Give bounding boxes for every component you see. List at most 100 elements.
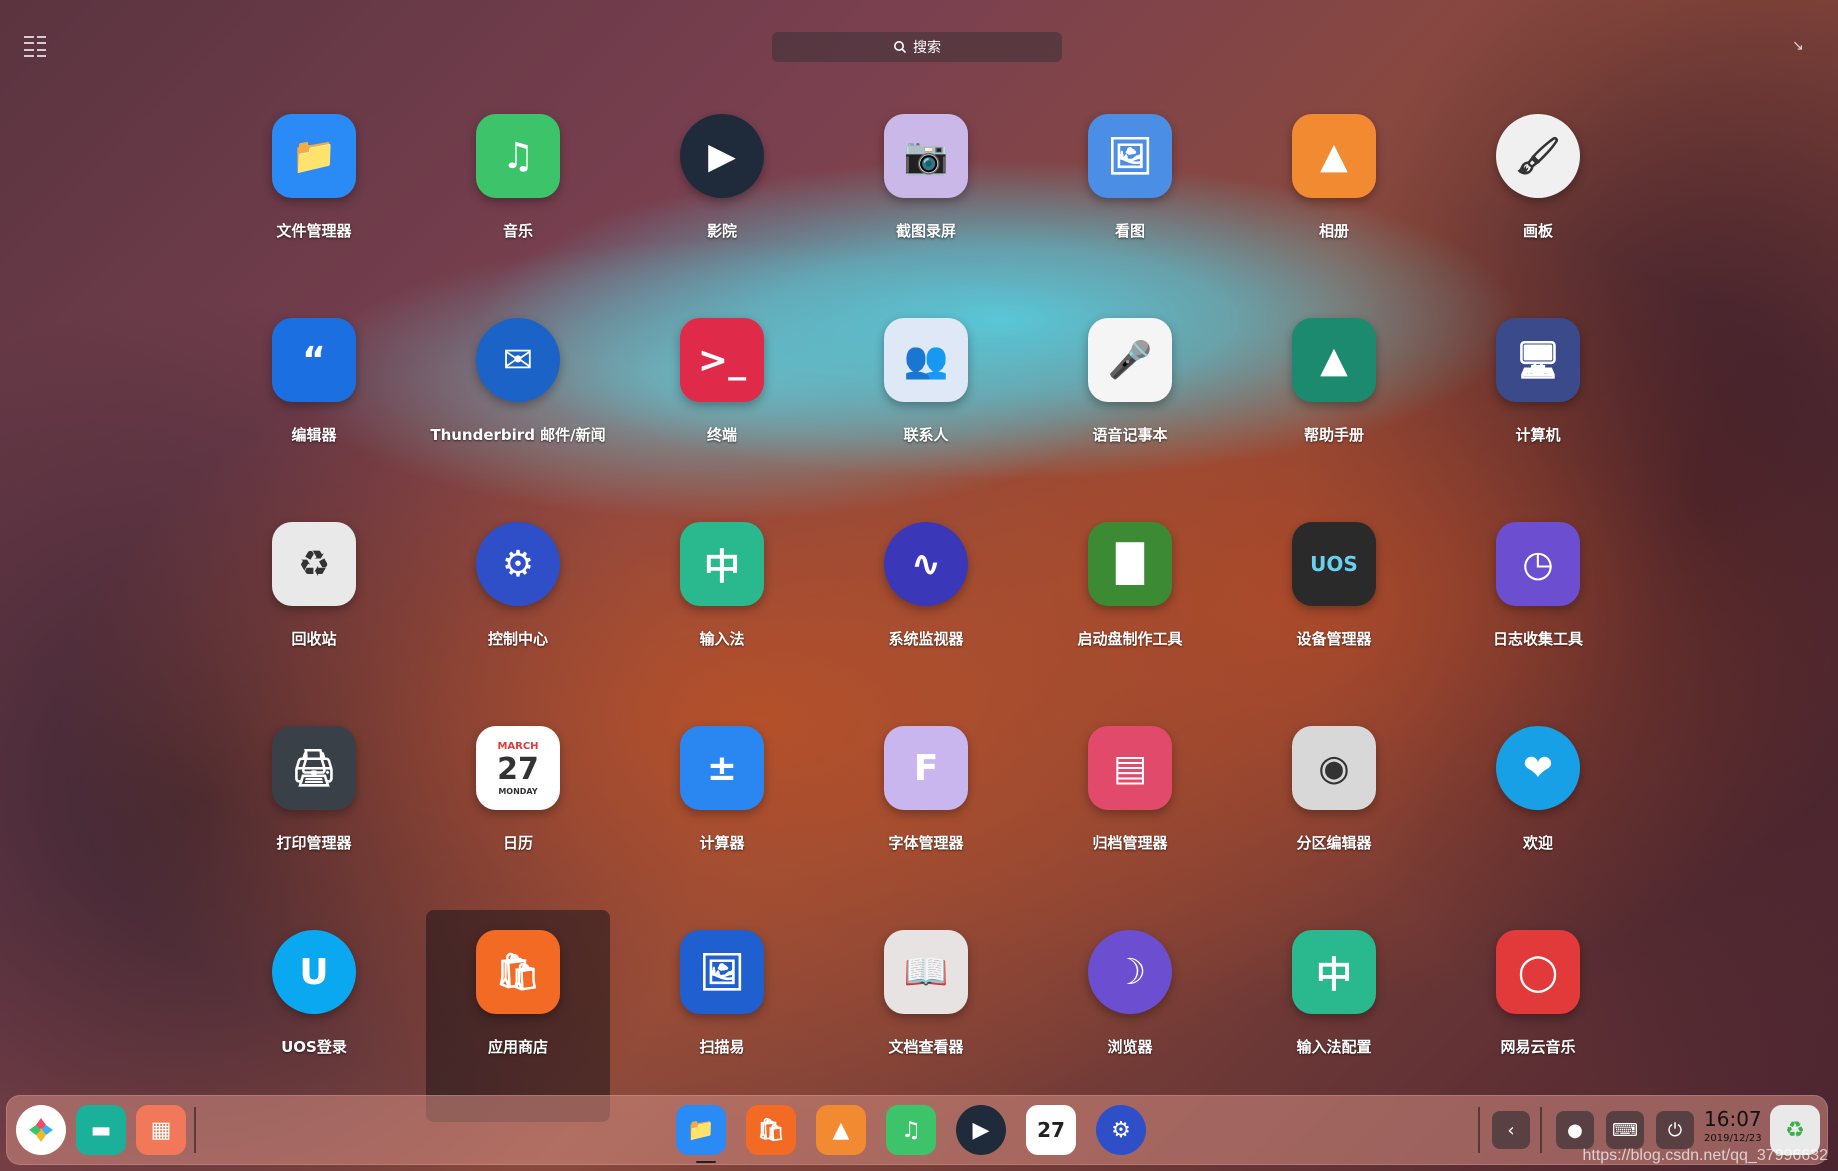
launcher-icon[interactable]	[16, 1105, 66, 1155]
contacts-icon: 👥	[884, 318, 968, 402]
app-log-clock[interactable]: ◷ 日志收集工具	[1436, 510, 1640, 714]
printer-icon: 🖨	[272, 726, 356, 810]
app-play[interactable]: ▶ 影院	[620, 102, 824, 306]
app-label: 音乐	[502, 222, 533, 240]
folder-icon: 📁	[272, 114, 356, 198]
log-clock-icon: ◷	[1496, 522, 1580, 606]
app-label: 画板	[1522, 222, 1553, 240]
harddisk-icon: ◉	[1292, 726, 1376, 810]
app-calendar[interactable]: MARCH 27 MONDAY 日历	[416, 714, 620, 918]
multitask-icon[interactable]: ▬	[76, 1105, 126, 1155]
app-quote[interactable]: “ 编辑器	[212, 306, 416, 510]
calendar-day: 27	[497, 751, 539, 787]
app-monitor[interactable]: 🖥 计算机	[1436, 306, 1640, 510]
app-harddisk[interactable]: ◉ 分区编辑器	[1232, 714, 1436, 918]
app-shopping-bag[interactable]: 🛍 应用商店	[426, 910, 610, 1122]
power-icon[interactable]: ⏻	[1656, 1111, 1694, 1149]
camera-icon: 📷	[884, 114, 968, 198]
app-archive[interactable]: ▤ 归档管理器	[1028, 714, 1232, 918]
app-label: 文件管理器	[276, 222, 352, 240]
app-chip[interactable]: UOS 设备管理器	[1232, 510, 1436, 714]
active-indicator	[696, 1161, 716, 1163]
app-label: UOS登录	[281, 1038, 347, 1056]
gear-icon: ⚙	[476, 522, 560, 606]
app-thunderbird[interactable]: ✉ Thunderbird 邮件/新闻	[416, 306, 620, 510]
app-folder[interactable]: 📁 文件管理器	[212, 102, 416, 306]
app-label: Thunderbird 邮件/新闻	[430, 426, 606, 444]
app-label: 启动盘制作工具	[1077, 630, 1183, 648]
app-camera[interactable]: 📷 截图录屏	[824, 102, 1028, 306]
dock-calendar-icon[interactable]: 27	[1026, 1105, 1076, 1155]
app-lighthouse[interactable]: ▲ 帮助手册	[1232, 306, 1436, 510]
dock-separator	[194, 1107, 196, 1153]
chevron-left-icon[interactable]: ‹	[1492, 1111, 1530, 1149]
app-calculator[interactable]: ± 计算器	[620, 714, 824, 918]
photo-album-icon: ▲	[1292, 114, 1376, 198]
paint-brush-icon: 🖌	[1496, 114, 1580, 198]
network-icon[interactable]: ●	[1556, 1111, 1594, 1149]
app-netease-music[interactable]: ◯ 网易云音乐	[1436, 918, 1640, 1122]
app-label: 网易云音乐	[1500, 1038, 1576, 1056]
search-placeholder: 搜索	[913, 40, 941, 56]
keyboard-icon[interactable]: ⌨	[1606, 1111, 1644, 1149]
app-label: 计算机	[1515, 426, 1561, 444]
app-scanner[interactable]: 🖼 扫描易	[620, 918, 824, 1122]
browser-icon: ☽	[1088, 930, 1172, 1014]
music-note-icon: ♫	[476, 114, 560, 198]
app-printer[interactable]: 🖨 打印管理器	[212, 714, 416, 918]
grid-view-toggle-icon[interactable]	[24, 36, 46, 58]
app-photo-album[interactable]: ▲ 相册	[1232, 102, 1436, 306]
dock-folder-icon[interactable]: 📁	[676, 1105, 726, 1155]
workspace-icon[interactable]: ▦	[136, 1105, 186, 1155]
app-label: 系统监视器	[888, 630, 964, 648]
app-trash[interactable]: ♻ 回收站	[212, 510, 416, 714]
app-paint-brush[interactable]: 🖌 画板	[1436, 102, 1640, 306]
app-label: 应用商店	[487, 1038, 548, 1056]
app-label: 字体管理器	[888, 834, 964, 852]
app-label: 输入法	[699, 630, 745, 648]
app-image-viewer[interactable]: 🖼 看图	[1028, 102, 1232, 306]
search-icon	[894, 41, 907, 54]
dock-shopping-bag-icon[interactable]: 🛍	[746, 1105, 796, 1155]
calendar-month: MARCH	[497, 740, 539, 752]
device-icon-text: UOS	[1310, 552, 1358, 576]
app-cpu-wave[interactable]: ∿ 系统监视器	[824, 510, 1028, 714]
app-label: 日志收集工具	[1492, 630, 1583, 648]
app-terminal[interactable]: >_ 终端	[620, 306, 824, 510]
clock[interactable]: 16:07 2019/12/23	[1704, 1107, 1762, 1144]
app-gear[interactable]: ⚙ 控制中心	[416, 510, 620, 714]
app-label: 终端	[706, 426, 737, 444]
app-document-viewer[interactable]: 📖 文档查看器	[824, 918, 1028, 1122]
app-label: 分区编辑器	[1296, 834, 1372, 852]
search-input[interactable]: 搜索	[772, 32, 1062, 62]
app-keyboard-config[interactable]: 中输入法配置	[1232, 918, 1436, 1122]
app-font[interactable]: F 字体管理器	[824, 714, 1028, 918]
app-uos-login[interactable]: U UOS登录	[212, 918, 416, 1122]
lighthouse-icon: ▲	[1292, 318, 1376, 402]
app-contacts[interactable]: 👥 联系人	[824, 306, 1028, 510]
app-microphone[interactable]: 🎤 语音记事本	[1028, 306, 1232, 510]
app-handshake[interactable]: ❤ 欢迎	[1436, 714, 1640, 918]
app-music-note[interactable]: ♫ 音乐	[416, 102, 620, 306]
archive-icon: ▤	[1088, 726, 1172, 810]
terminal-icon: >_	[680, 318, 764, 402]
app-label: 浏览器	[1107, 1038, 1153, 1056]
app-label: 截图录屏	[895, 222, 956, 240]
fullscreen-exit-icon[interactable]: ↘	[1792, 38, 1808, 54]
calendar-weekday: MONDAY	[498, 786, 538, 796]
app-browser[interactable]: ☽ 浏览器	[1028, 918, 1232, 1122]
app-usb-drive[interactable]: █ 启动盘制作工具	[1028, 510, 1232, 714]
dock-photo-album-icon[interactable]: ▲	[816, 1105, 866, 1155]
clock-time: 16:07	[1704, 1107, 1762, 1131]
play-icon: ▶	[680, 114, 764, 198]
dock-music-note-icon[interactable]: ♫	[886, 1105, 936, 1155]
dock-play-icon[interactable]: ▶	[956, 1105, 1006, 1155]
uos-login-icon: U	[272, 930, 356, 1014]
app-label: 日历	[502, 834, 533, 852]
chip-icon: UOS	[1292, 522, 1376, 606]
font-icon: F	[884, 726, 968, 810]
dock-gear-icon[interactable]: ⚙	[1096, 1105, 1146, 1155]
dock-separator	[1478, 1107, 1480, 1153]
netease-music-icon: ◯	[1496, 930, 1580, 1014]
app-keyboard[interactable]: 中输入法	[620, 510, 824, 714]
